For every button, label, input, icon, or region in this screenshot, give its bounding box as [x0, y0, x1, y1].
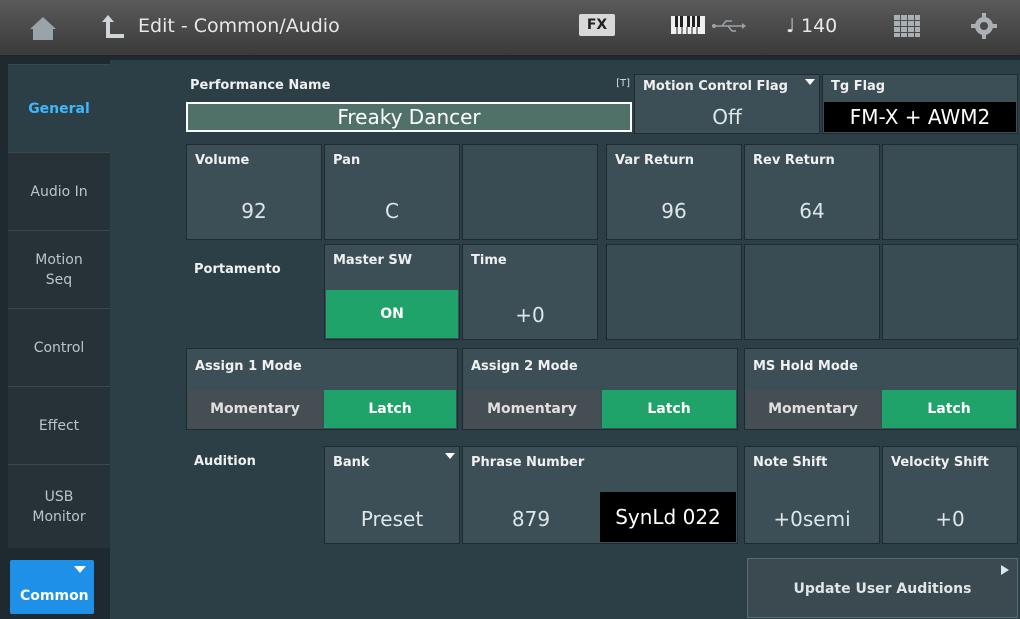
assign2-mode-label: Assign 2 Mode: [471, 359, 578, 374]
volume-cell[interactable]: Volume 92: [186, 144, 322, 240]
usb-icon: [712, 20, 746, 32]
fx-button[interactable]: FX: [579, 14, 615, 36]
var-return-value: 96: [661, 199, 687, 223]
dropdown-icon: [805, 79, 815, 85]
velocity-shift-value: +0: [935, 507, 965, 531]
note-shift-value: +0semi: [773, 507, 851, 531]
performance-name-field[interactable]: Freaky Dancer: [186, 102, 632, 132]
assign2-momentary-button[interactable]: Momentary: [464, 390, 600, 428]
portamento-cell: Portamento: [186, 244, 322, 340]
common-button[interactable]: Common: [10, 560, 94, 614]
main-panel: Performance Name [T] Freaky Dancer Motio…: [110, 60, 1020, 619]
motion-control-flag-label: Motion Control Flag: [643, 79, 788, 94]
note-shift-label: Note Shift: [753, 455, 828, 470]
ms-hold-momentary-button[interactable]: Momentary: [746, 390, 880, 428]
master-sw-label: Master SW: [333, 253, 413, 268]
phrase-name: SynLd 022: [600, 492, 736, 542]
top-bar: Edit - Common/Audio FX ♩ 140: [0, 0, 1020, 56]
time-value: +0: [515, 303, 545, 327]
gear-icon[interactable]: [970, 12, 998, 40]
sidebar: General Audio In Motion Seq Control Effe…: [0, 60, 110, 610]
screen-title: Edit - Common/Audio: [138, 15, 340, 37]
back-icon[interactable]: [102, 12, 128, 42]
tab-usb-monitor-label: USB Monitor: [32, 488, 86, 525]
phrase-number-label: Phrase Number: [471, 455, 585, 470]
empty-cell: [744, 244, 880, 340]
ms-hold-mode-label: MS Hold Mode: [753, 359, 858, 374]
grid-icon[interactable]: [893, 14, 921, 38]
volume-label: Volume: [195, 153, 250, 168]
note-shift-cell[interactable]: Note Shift +0semi: [744, 446, 880, 544]
rev-return-label: Rev Return: [753, 153, 835, 168]
audition-cell: Audition: [186, 448, 322, 544]
ms-hold-latch-button[interactable]: Latch: [882, 390, 1016, 428]
tab-audio-in[interactable]: Audio In: [8, 152, 110, 230]
pan-label: Pan: [333, 153, 361, 168]
master-sw-toggle[interactable]: ON: [326, 290, 458, 338]
update-user-auditions-button[interactable]: Update User Auditions: [747, 558, 1018, 618]
empty-cell: [606, 244, 742, 340]
audition-label: Audition: [194, 454, 256, 469]
tempo-display[interactable]: ♩ 140: [786, 15, 837, 37]
bank-cell[interactable]: Bank Preset: [324, 446, 460, 544]
pan-cell[interactable]: Pan C: [324, 144, 460, 240]
tab-general[interactable]: General: [8, 64, 110, 152]
tab-motion-seq[interactable]: Motion Seq: [8, 230, 110, 308]
common-label: Common: [20, 588, 89, 604]
portamento-label: Portamento: [194, 262, 281, 277]
home-icon[interactable]: [28, 14, 58, 42]
empty-cell: [462, 144, 598, 240]
tg-flag-value: FM-X + AWM2: [824, 102, 1016, 132]
update-user-auditions-label: Update User Auditions: [793, 581, 972, 597]
keyboard-icon[interactable]: [670, 14, 706, 36]
assign1-momentary-button[interactable]: Momentary: [188, 390, 322, 428]
play-arrow-icon: [1001, 565, 1009, 575]
bank-label: Bank: [333, 455, 370, 470]
tg-flag-label: Tg Flag: [831, 79, 886, 94]
volume-value: 92: [241, 199, 267, 223]
rev-return-value: 64: [799, 199, 825, 223]
tab-effect[interactable]: Effect: [8, 386, 110, 464]
tab-usb-monitor[interactable]: USB Monitor: [8, 464, 110, 548]
tab-motion-seq-label: Motion Seq: [35, 251, 83, 288]
phrase-number-value: 879: [511, 507, 551, 531]
time-cell[interactable]: Time +0: [462, 244, 598, 340]
motion-control-flag-cell[interactable]: Motion Control Flag Off: [634, 74, 820, 134]
assign2-latch-button[interactable]: Latch: [602, 390, 736, 428]
empty-cell: [882, 144, 1018, 240]
performance-name-label: Performance Name: [190, 78, 331, 93]
motion-control-flag-value: Off: [712, 105, 742, 129]
time-label: Time: [471, 253, 507, 268]
var-return-label: Var Return: [615, 153, 695, 168]
chevron-down-icon: [74, 566, 86, 573]
empty-cell: [882, 244, 1018, 340]
tab-control[interactable]: Control: [8, 308, 110, 386]
text-edit-icon: [T]: [616, 78, 630, 89]
velocity-shift-cell[interactable]: Velocity Shift +0: [882, 446, 1018, 544]
bank-value: Preset: [360, 507, 424, 531]
pan-value: C: [385, 199, 399, 223]
rev-return-cell[interactable]: Rev Return 64: [744, 144, 880, 240]
assign1-mode-label: Assign 1 Mode: [195, 359, 302, 374]
dropdown-icon: [445, 453, 455, 459]
var-return-cell[interactable]: Var Return 96: [606, 144, 742, 240]
assign1-latch-button[interactable]: Latch: [324, 390, 456, 428]
velocity-shift-label: Velocity Shift: [891, 455, 989, 470]
